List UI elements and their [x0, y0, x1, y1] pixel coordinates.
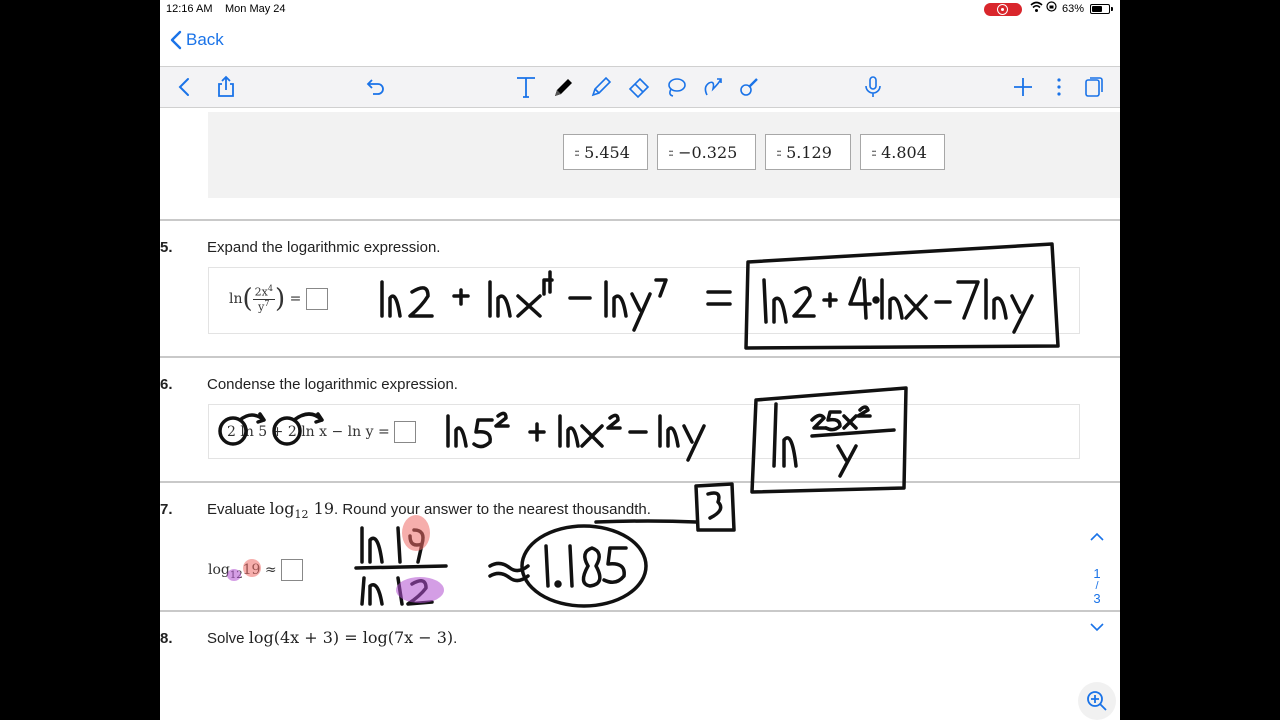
divider: [160, 356, 1120, 358]
back-label: Back: [186, 30, 224, 49]
microphone-icon[interactable]: [860, 74, 886, 100]
divider: [160, 610, 1120, 612]
chevron-down-icon[interactable]: [1082, 620, 1112, 635]
divider: [160, 481, 1120, 483]
page-total: 3: [1093, 591, 1101, 606]
shapes-icon[interactable]: [700, 74, 726, 100]
question-prompt: Expand the logarithmic expression.: [207, 239, 441, 256]
chevron-up-icon[interactable]: [1082, 530, 1112, 556]
question-prompt: Evaluate log12 19. Round your answer to …: [207, 499, 651, 521]
answer-chip[interactable]: :: 4.804: [860, 134, 945, 170]
status-time: 12:16 AM: [166, 3, 213, 15]
condense-expression: 2 ln 5 + 2 ln x − ln y =: [227, 421, 417, 443]
battery-icon: [1090, 4, 1113, 14]
answer-input[interactable]: [281, 559, 304, 581]
share-icon[interactable]: [213, 74, 239, 100]
chevron-left-icon[interactable]: [172, 74, 198, 100]
zoom-in-icon: [1087, 691, 1107, 711]
page-navigator: 1 / 3: [1082, 530, 1112, 635]
math-row: 2 ln 5 + 2 ln x − ln y =: [208, 404, 1080, 459]
page-current: 1: [1093, 566, 1101, 581]
question-number: 8.: [160, 630, 173, 647]
evaluate-expression: log1219 ≈: [208, 559, 304, 581]
wifi-icon: [1030, 1, 1043, 16]
text-tool-icon[interactable]: [513, 74, 539, 100]
answer-chip[interactable]: :: 5.454: [563, 134, 648, 170]
screen-recording-icon[interactable]: [984, 3, 1022, 16]
more-icon[interactable]: [1046, 74, 1072, 100]
pages-icon[interactable]: [1081, 74, 1107, 100]
pencil-tool-icon[interactable]: [736, 74, 762, 100]
add-icon[interactable]: [1010, 74, 1036, 100]
answer-chip[interactable]: :: 5.129: [765, 134, 851, 170]
answer-input[interactable]: [305, 288, 328, 310]
question-number: 6.: [160, 376, 173, 393]
question-prompt: Solve log(4x + 3) = log(7x − 3).: [207, 628, 458, 647]
page-separator: /: [1095, 580, 1099, 592]
chevron-left-icon: [170, 30, 182, 50]
undo-icon[interactable]: [363, 74, 389, 100]
status-date: Mon May 24: [225, 3, 286, 15]
answer-chip-tray: :: 5.454 :: −0.325 :: 5.129 :: 4.804: [208, 112, 1120, 198]
math-row: ln(2x4 y7) =: [208, 267, 1080, 334]
zoom-in-button[interactable]: [1078, 682, 1116, 720]
pen-icon[interactable]: [551, 74, 577, 100]
battery-percent: 63%: [1062, 3, 1085, 15]
question-number: 7.: [160, 501, 173, 518]
lasso-icon[interactable]: [663, 74, 689, 100]
markup-toolbar: [160, 66, 1120, 108]
back-button[interactable]: Back: [170, 30, 224, 50]
question-number: 5.: [160, 239, 173, 256]
highlighter-icon[interactable]: [588, 74, 614, 100]
handwritten-annotations: [218, 242, 1060, 608]
expand-expression: ln(2x4 y7) =: [229, 284, 328, 314]
divider: [160, 219, 1120, 221]
screen: 12:16 AM Mon May 24 63% Back:: 5.454::…: [160, 0, 1120, 720]
eraser-icon[interactable]: [626, 74, 652, 100]
answer-input[interactable]: [394, 421, 417, 443]
question-prompt: Condense the logarithmic expression.: [207, 376, 458, 393]
answer-chip[interactable]: :: −0.325: [657, 134, 756, 170]
orientation-lock-icon: [1046, 1, 1057, 15]
status-bar: 12:16 AM Mon May 24 63%: [160, 0, 1120, 20]
